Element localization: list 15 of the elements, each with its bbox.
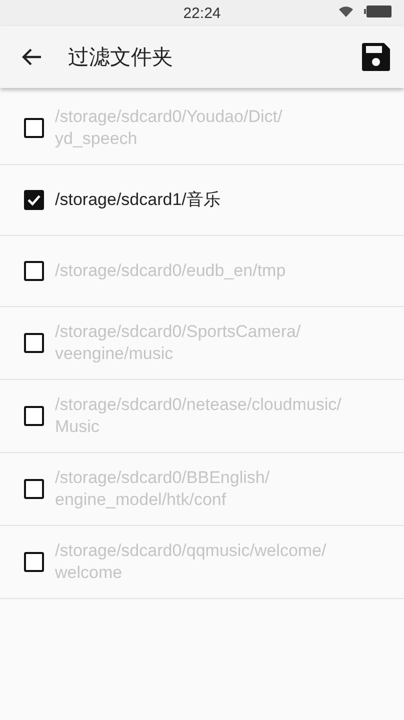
folder-path: /storage/sdcard1/音乐 (55, 189, 220, 211)
checkbox[interactable] (24, 333, 44, 353)
save-button[interactable] (360, 41, 392, 73)
battery-icon (364, 5, 392, 18)
checkbox[interactable] (24, 479, 44, 499)
checkbox[interactable] (24, 406, 44, 426)
checkbox[interactable] (24, 190, 44, 210)
checkbox[interactable] (24, 552, 44, 572)
clock: 22:24 (183, 4, 221, 22)
folder-row[interactable]: /storage/sdcard1/音乐 (0, 165, 404, 236)
checkbox[interactable] (24, 261, 44, 281)
checkbox[interactable] (24, 118, 44, 138)
screen-title: 过滤文件夹 (68, 45, 174, 71)
wifi-icon (338, 5, 354, 18)
check-icon (27, 194, 41, 206)
